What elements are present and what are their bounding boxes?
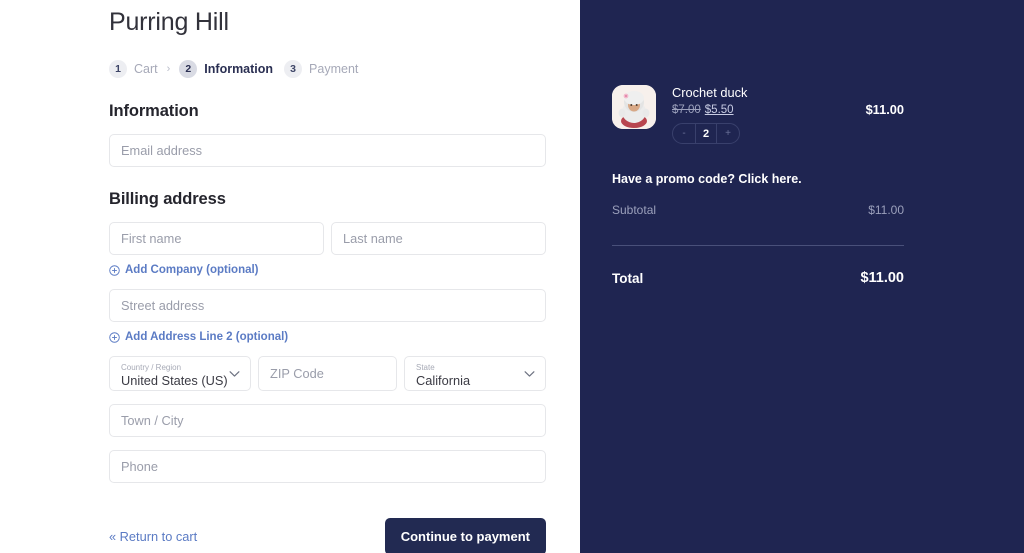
city-field[interactable]: Town / City bbox=[109, 404, 546, 437]
product-name: Crochet duck bbox=[672, 85, 748, 100]
product-thumbnail bbox=[612, 85, 656, 129]
quantity-stepper[interactable]: - 2 + bbox=[672, 123, 740, 144]
total-row: Total $11.00 bbox=[612, 270, 904, 286]
checkout-form-pane: Purring Hill 1 Cart › 2 Information 3 Pa… bbox=[0, 0, 580, 553]
country-select-value: United States (US) bbox=[121, 372, 228, 388]
quantity-increment-button[interactable]: + bbox=[717, 124, 739, 143]
step-label: Cart bbox=[134, 62, 158, 76]
step-number: 1 bbox=[109, 60, 127, 78]
country-select[interactable]: Country / Region United States (US) bbox=[109, 356, 251, 391]
step-label: Information bbox=[204, 62, 274, 76]
information-heading: Information bbox=[109, 102, 199, 120]
chevron-down-icon bbox=[524, 370, 535, 377]
breadcrumb-step-payment[interactable]: 3 Payment bbox=[284, 60, 358, 78]
email-placeholder: Email address bbox=[121, 143, 203, 158]
order-line-item: Crochet duck $7.00 $5.50 - 2 + $11.00 bbox=[612, 85, 904, 144]
zip-code-placeholder: ZIP Code bbox=[270, 366, 324, 381]
order-summary-pane: Crochet duck $7.00 $5.50 - 2 + $11.00 Hav… bbox=[580, 0, 1024, 553]
state-select-label: State bbox=[416, 362, 435, 372]
country-select-label: Country / Region bbox=[121, 362, 182, 372]
summary-divider bbox=[612, 245, 904, 246]
last-name-field[interactable]: Last name bbox=[331, 222, 546, 255]
first-name-field[interactable]: First name bbox=[109, 222, 324, 255]
street-address-placeholder: Street address bbox=[121, 298, 205, 313]
state-select-value: California bbox=[416, 372, 471, 388]
street-address-field[interactable]: Street address bbox=[109, 289, 546, 322]
plus-circle-icon bbox=[109, 264, 120, 276]
email-field[interactable]: Email address bbox=[109, 134, 546, 167]
add-address-line-2-label: Add Address Line 2 (optional) bbox=[125, 331, 289, 343]
subtotal-label: Subtotal bbox=[612, 203, 657, 217]
crochet-duck-image bbox=[612, 85, 656, 129]
promo-code-link[interactable]: Have a promo code? Click here. bbox=[612, 172, 904, 186]
product-price-sale[interactable]: $5.50 bbox=[705, 104, 734, 116]
breadcrumb: 1 Cart › 2 Information 3 Payment bbox=[109, 59, 546, 79]
quantity-decrement-button[interactable]: - bbox=[673, 124, 695, 143]
phone-field[interactable]: Phone bbox=[109, 450, 546, 483]
total-value: $11.00 bbox=[860, 270, 904, 286]
product-price-original: $7.00 bbox=[672, 104, 701, 116]
phone-placeholder: Phone bbox=[121, 459, 159, 474]
state-select[interactable]: State California bbox=[404, 356, 546, 391]
total-label: Total bbox=[612, 270, 644, 286]
add-address-line-2-link[interactable]: Add Address Line 2 (optional) bbox=[109, 331, 546, 343]
step-label: Payment bbox=[309, 62, 359, 76]
return-to-cart-link[interactable]: « Return to cart bbox=[109, 529, 197, 544]
city-placeholder: Town / City bbox=[121, 413, 184, 428]
form-actions: « Return to cart Continue to payment bbox=[109, 518, 546, 553]
subtotal-row: Subtotal $11.00 bbox=[612, 203, 904, 217]
checkout-page: Purring Hill 1 Cart › 2 Information 3 Pa… bbox=[0, 0, 1024, 553]
subtotal-value: $11.00 bbox=[868, 203, 904, 217]
first-name-placeholder: First name bbox=[121, 231, 182, 246]
plus-circle-icon bbox=[109, 331, 120, 343]
line-item-total: $11.00 bbox=[865, 102, 904, 117]
add-company-label: Add Company (optional) bbox=[125, 264, 259, 276]
breadcrumb-step-information[interactable]: 2 Information bbox=[179, 60, 273, 78]
product-price-line: $7.00 $5.50 bbox=[672, 103, 866, 117]
step-number: 2 bbox=[179, 60, 198, 78]
add-company-link[interactable]: Add Company (optional) bbox=[109, 264, 546, 276]
chevron-down-icon bbox=[229, 370, 240, 377]
continue-to-payment-button[interactable]: Continue to payment bbox=[384, 518, 546, 553]
product-details: Crochet duck $7.00 $5.50 - 2 + bbox=[672, 85, 866, 144]
breadcrumb-separator-icon: › bbox=[166, 63, 171, 75]
step-number: 3 bbox=[284, 60, 303, 78]
billing-address-heading: Billing address bbox=[109, 190, 226, 208]
breadcrumb-step-cart[interactable]: 1 Cart bbox=[109, 60, 158, 78]
quantity-value: 2 bbox=[695, 124, 717, 143]
page-title: Purring Hill bbox=[109, 8, 229, 36]
zip-code-field[interactable]: ZIP Code bbox=[258, 356, 397, 391]
last-name-placeholder: Last name bbox=[343, 231, 403, 246]
